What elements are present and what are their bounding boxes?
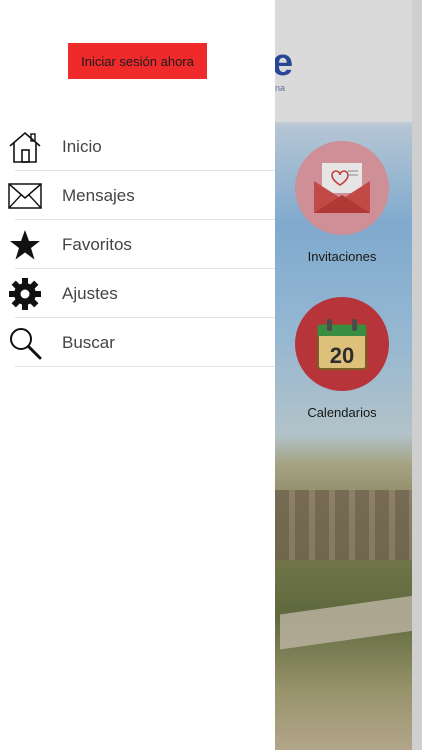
envelope-icon: [8, 179, 42, 213]
menu-item-favoritos[interactable]: Favoritos: [0, 220, 275, 269]
app-screen: e na Invitaciones 20 Calendarios Iniciar…: [0, 0, 422, 750]
menu-item-ajustes[interactable]: Ajustes: [0, 269, 275, 318]
home-icon: [8, 130, 42, 164]
menu-label-favoritos: Favoritos: [62, 234, 132, 254]
menu-item-buscar[interactable]: Buscar: [0, 318, 275, 367]
side-drawer: Iniciar sesión ahora Inicio Mensajes Fav…: [0, 0, 275, 750]
menu-item-inicio[interactable]: Inicio: [0, 122, 275, 171]
menu-label-ajustes: Ajustes: [62, 283, 118, 303]
background-dim-overlay[interactable]: [275, 0, 422, 750]
login-button[interactable]: Iniciar sesión ahora: [68, 43, 207, 79]
gear-icon: [8, 277, 42, 311]
menu-label-mensajes: Mensajes: [62, 185, 135, 205]
screen-edge: [412, 0, 422, 750]
menu-label-buscar: Buscar: [62, 332, 115, 352]
star-icon: [8, 228, 42, 262]
menu-item-mensajes[interactable]: Mensajes: [0, 171, 275, 220]
search-icon: [8, 326, 42, 360]
drawer-menu: Inicio Mensajes Favoritos Ajustes Buscar: [0, 122, 275, 367]
menu-label-inicio: Inicio: [62, 136, 102, 156]
